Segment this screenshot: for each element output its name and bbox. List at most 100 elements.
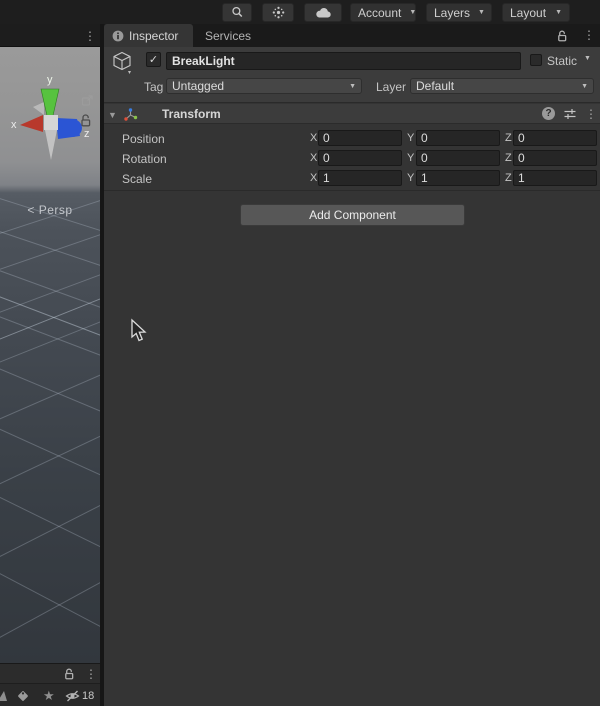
layer-dropdown[interactable]: Default ▼ (410, 78, 594, 94)
chevron-down-icon: ▼ (478, 9, 485, 16)
cloud-icon (315, 6, 332, 19)
transform-header[interactable]: ▼ Transform ? ⋮ (104, 104, 600, 124)
hidden-count: 18 (82, 689, 95, 702)
scene-visibility-button[interactable]: 18 (64, 684, 94, 706)
svg-text:y: y (47, 74, 53, 86)
scale-x-input[interactable] (318, 170, 402, 186)
popout-icon (80, 93, 95, 108)
activity-button[interactable] (262, 3, 294, 22)
tag-label: Tag (144, 80, 164, 94)
scene-lock-icon[interactable] (79, 113, 93, 133)
chevron-down-icon: ▼ (555, 9, 562, 16)
axis-z-label: Z (505, 172, 512, 184)
mouse-cursor (131, 318, 147, 342)
rotation-x-input[interactable] (318, 150, 402, 166)
rotation-label: Rotation (122, 152, 167, 166)
layout-label: Layout (510, 5, 547, 20)
tag-value: Untagged (172, 79, 225, 93)
axis-x-label: X (310, 172, 318, 184)
add-component-button[interactable]: Add Component (240, 204, 465, 226)
transform-icon (123, 107, 138, 122)
inspector-tab-bar: Inspector Services ⋮ (104, 24, 600, 47)
inspector-menu-button[interactable]: ⋮ (583, 28, 595, 42)
panel-menu-button[interactable]: ⋮ (85, 667, 97, 681)
tag-dropdown[interactable]: Untagged ▼ (166, 78, 362, 94)
position-label: Position (122, 132, 165, 146)
eye-off-icon (64, 688, 81, 704)
position-y-input[interactable] (416, 130, 500, 146)
rotation-row: Rotation X Y Z (104, 149, 600, 169)
perspective-toggle[interactable]: < Persp (0, 203, 100, 217)
persp-axis-glyph: < (27, 203, 35, 217)
unity-editor-window: Account ▼ Layers ▼ Layout ▼ ⋮ x y z < Pe… (0, 0, 600, 706)
tab-services[interactable]: Services (205, 24, 251, 47)
checkmark-icon: ✓ (148, 54, 159, 66)
layout-dropdown[interactable]: Layout ▼ (502, 3, 570, 22)
axis-x-label: X (310, 132, 318, 144)
transform-title: Transform (162, 107, 221, 121)
active-checkbox[interactable]: ✓ (146, 52, 161, 67)
tag-icon (15, 688, 31, 704)
activity-dots-icon (271, 5, 286, 20)
clipped-icon (0, 684, 9, 706)
axis-y-label: Y (407, 152, 415, 164)
search-button[interactable] (222, 3, 252, 22)
tag-filter-button[interactable] (15, 684, 31, 706)
search-icon (230, 5, 245, 20)
axis-y-label: Y (407, 172, 415, 184)
static-checkbox[interactable] (530, 54, 542, 66)
gameobject-name-input[interactable] (166, 52, 521, 70)
account-dropdown[interactable]: Account ▼ (350, 3, 416, 22)
tab-inspector-label: Inspector (129, 28, 179, 43)
position-x-input[interactable] (318, 130, 402, 146)
tab-services-label: Services (205, 28, 252, 43)
bottom-panel-header: ⋮ (0, 663, 100, 683)
star-icon: ★ (43, 687, 55, 703)
transform-rows: Position X Y Z Rotation X Y Z Scale (104, 125, 600, 191)
static-dropdown-arrow[interactable]: ▼ (584, 55, 591, 62)
help-icon[interactable]: ? (542, 107, 555, 120)
presets-icon[interactable] (563, 107, 577, 121)
info-icon (112, 30, 124, 42)
gameobject-icon-dropdown-arrow[interactable]: ▾ (128, 69, 131, 76)
layer-label: Layer (376, 80, 407, 94)
bottom-panel-toolbar: ★ 18 (0, 683, 100, 706)
axis-z-label: Z (505, 132, 512, 144)
inspector-body: ▾ ✓ Static ▼ Tag Untagged ▼ Layer Defaul… (104, 47, 600, 706)
foldout-arrow-icon[interactable]: ▼ (108, 110, 117, 120)
chevron-down-icon: ▼ (349, 82, 356, 90)
svg-text:x: x (11, 119, 17, 131)
main-toolbar: Account ▼ Layers ▼ Layout ▼ (0, 0, 600, 24)
axis-x-label: X (310, 152, 318, 164)
tab-inspector[interactable]: Inspector (104, 24, 193, 47)
scale-y-input[interactable] (416, 170, 500, 186)
favorites-button[interactable]: ★ (43, 684, 55, 706)
rotation-y-input[interactable] (416, 150, 500, 166)
scene-tab-bar: ⋮ (0, 24, 100, 47)
gameobject-header: ▾ ✓ Static ▼ Tag Untagged ▼ Layer Defaul… (104, 47, 600, 103)
persp-label: Persp (38, 203, 73, 217)
chevron-down-icon: ▼ (581, 82, 588, 90)
scale-row: Scale X Y Z (104, 169, 600, 189)
scene-viewport[interactable]: x y z < Persp (0, 47, 100, 663)
position-row: Position X Y Z (104, 129, 600, 149)
scale-label: Scale (122, 172, 153, 186)
inspector-lock-icon[interactable] (556, 29, 569, 48)
orientation-gizmo: x y z (11, 74, 90, 160)
scene-menu-button[interactable]: ⋮ (84, 29, 96, 43)
scene-grid-and-gizmo: x y z (0, 74, 100, 638)
layers-label: Layers (434, 5, 471, 20)
axis-z-label: Z (505, 152, 512, 164)
scale-z-input[interactable] (513, 170, 597, 186)
popout-button[interactable] (80, 93, 95, 113)
static-label: Static (547, 54, 578, 68)
layers-dropdown[interactable]: Layers ▼ (426, 3, 492, 22)
position-z-input[interactable] (513, 130, 597, 146)
layer-value: Default (416, 79, 455, 93)
rotation-z-input[interactable] (513, 150, 597, 166)
axis-y-label: Y (407, 132, 415, 144)
account-label: Account (358, 5, 402, 20)
cloud-button[interactable] (304, 3, 342, 22)
chevron-down-icon: ▼ (409, 9, 417, 16)
transform-menu-button[interactable]: ⋮ (585, 107, 597, 121)
